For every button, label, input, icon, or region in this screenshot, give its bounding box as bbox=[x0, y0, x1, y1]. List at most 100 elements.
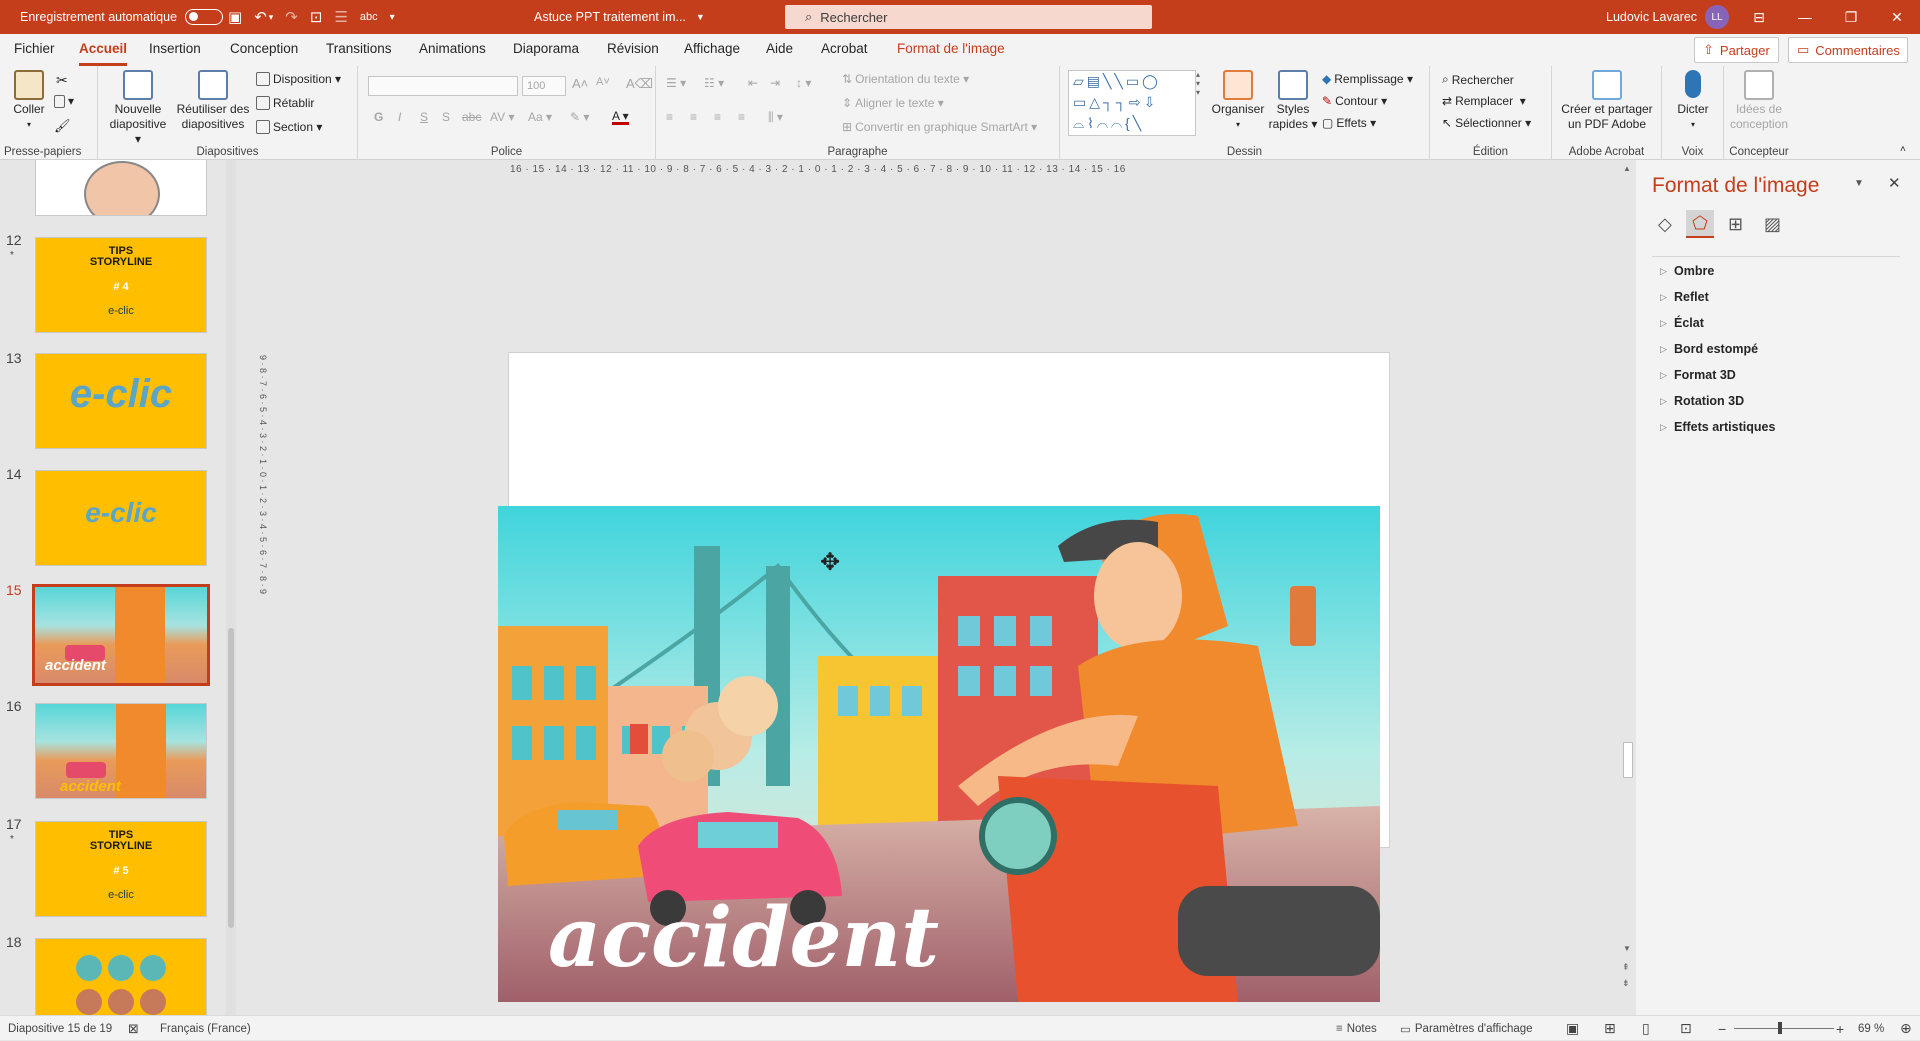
tab-accueil[interactable]: Accueil bbox=[79, 34, 128, 66]
slide-thumbnail-12[interactable]: TIPS STORYLINE # 4 e-clic bbox=[35, 237, 207, 333]
new-slide-button[interactable]: Nouvelle diapositive ▾ bbox=[106, 70, 170, 147]
shadow-icon[interactable]: S bbox=[442, 110, 450, 124]
find-button[interactable]: ⌕ Rechercher bbox=[1442, 72, 1514, 87]
tab-animations[interactable]: Animations bbox=[419, 34, 486, 66]
section-format-3d[interactable]: ▷ Format 3D bbox=[1660, 368, 1736, 382]
slideshow-icon[interactable]: ⊡ bbox=[1680, 1016, 1692, 1041]
smartart-button[interactable]: ⊞ Convertir en graphique SmartArt ▾ bbox=[842, 120, 1037, 134]
create-pdf-button[interactable]: Créer et partager un PDF Adobe bbox=[1556, 70, 1658, 132]
tab-transitions[interactable]: Transitions bbox=[326, 34, 392, 66]
section-reflet[interactable]: ▷ Reflet bbox=[1660, 290, 1709, 304]
notes-button[interactable]: ≡ Notes bbox=[1336, 1016, 1377, 1041]
autosave-toggle[interactable] bbox=[185, 9, 224, 25]
tab-acrobat[interactable]: Acrobat bbox=[821, 34, 868, 66]
slide-scroll-thumb[interactable] bbox=[1623, 742, 1633, 778]
justify-icon[interactable]: ≡ bbox=[738, 110, 745, 124]
text-direction-button[interactable]: ⇅ Orientation du texte ▾ bbox=[842, 72, 969, 86]
zoom-slider[interactable] bbox=[1734, 1016, 1834, 1041]
present-icon[interactable]: ⊡ bbox=[310, 8, 323, 26]
section-effets-artistiques[interactable]: ▷ Effets artistiques bbox=[1660, 420, 1775, 434]
section-eclat[interactable]: ▷ Éclat bbox=[1660, 316, 1704, 330]
customize-qat-icon[interactable]: ▾ bbox=[390, 12, 395, 23]
font-color-icon[interactable]: A ▾ bbox=[612, 110, 629, 125]
next-slide-icon[interactable]: ⇟ bbox=[1622, 978, 1630, 989]
slide-thumbnail-14[interactable]: e-clic bbox=[35, 470, 207, 566]
tab-diaporama[interactable]: Diaporama bbox=[513, 34, 579, 66]
slide-scrollbar[interactable]: ▲ ▼ ⇞ ⇟ bbox=[1620, 160, 1636, 1015]
zoom-out-icon[interactable]: − bbox=[1718, 1016, 1726, 1041]
avatar[interactable]: LL bbox=[1705, 5, 1730, 29]
cut-icon[interactable]: ✂ bbox=[56, 72, 68, 89]
slide-thumbnail-15[interactable]: accident bbox=[32, 584, 210, 686]
align-right-icon[interactable]: ≡ bbox=[714, 110, 721, 124]
comments-button[interactable]: ▭ Commentaires bbox=[1788, 37, 1908, 63]
shrink-font-icon[interactable]: A˅ bbox=[596, 76, 610, 88]
format-painter-icon[interactable]: 🖌 bbox=[54, 118, 71, 134]
restore-icon[interactable]: ❐ bbox=[1828, 0, 1874, 34]
language[interactable]: Français (France) bbox=[160, 1016, 251, 1041]
decrease-indent-icon[interactable]: ⇤ bbox=[748, 76, 758, 90]
close-icon[interactable]: ✕ bbox=[1874, 0, 1920, 34]
close-icon[interactable]: ✕ bbox=[1888, 174, 1901, 192]
thumbnails-scrollbar[interactable] bbox=[226, 160, 236, 1015]
reading-view-icon[interactable]: ▯ bbox=[1642, 1016, 1650, 1041]
slide-thumbnail-13[interactable]: e-clic bbox=[35, 353, 207, 449]
change-case-icon[interactable]: Aa ▾ bbox=[528, 110, 552, 124]
align-text-button[interactable]: ⇕ Aligner le texte ▾ bbox=[842, 96, 944, 110]
display-settings-button[interactable]: ▭ Paramètres d'affichage bbox=[1400, 1016, 1533, 1041]
scroll-down-icon[interactable]: ▼ bbox=[1623, 944, 1631, 953]
columns-icon[interactable]: ⫼ ▾ bbox=[768, 110, 783, 125]
fit-to-window-icon[interactable]: ⊕ bbox=[1900, 1016, 1912, 1041]
undo-dropdown-icon[interactable]: ▾ bbox=[269, 12, 274, 23]
font-size-combo[interactable]: 100 bbox=[522, 76, 566, 96]
pane-options-icon[interactable]: ▼ bbox=[1854, 178, 1864, 189]
tab-aide[interactable]: Aide bbox=[766, 34, 793, 66]
quick-styles-button[interactable]: Styles rapides ▾ bbox=[1268, 70, 1318, 132]
bullets-icon[interactable]: ☰ bbox=[334, 8, 347, 26]
account-area[interactable]: Ludovic Lavarec LL bbox=[1606, 0, 1730, 34]
underline-icon[interactable]: S bbox=[420, 110, 428, 124]
slide-thumbnail-18[interactable] bbox=[35, 938, 207, 1015]
paste-button[interactable]: Coller ▾ bbox=[8, 70, 50, 132]
tab-format-image[interactable]: Format de l'image bbox=[897, 34, 1005, 66]
shape-fill-button[interactable]: ◆ Remplissage ▾ bbox=[1322, 72, 1413, 86]
accessibility-icon[interactable]: ⊠ bbox=[128, 1016, 139, 1041]
spelling-icon[interactable]: abc bbox=[360, 11, 378, 23]
replace-button[interactable]: ⇄ Remplacer ▾ bbox=[1442, 94, 1526, 108]
highlight-icon[interactable]: ✎ ▾ bbox=[570, 110, 589, 124]
arrange-button[interactable]: Organiser ▾ bbox=[1210, 70, 1266, 132]
shapes-gallery[interactable]: ▱▤╲╲▭◯ ▭△┐┐⇨⇩ ⌓⌇⌒⌒{╲ bbox=[1068, 70, 1196, 136]
layout-button[interactable]: Disposition ▾ bbox=[256, 72, 341, 86]
zoom-in-icon[interactable]: + bbox=[1836, 1016, 1844, 1041]
numbering-icon[interactable]: ☷ ▾ bbox=[704, 76, 724, 90]
save-icon[interactable]: ▣ bbox=[228, 8, 242, 26]
ribbon-display-icon[interactable]: ⊟ bbox=[1736, 0, 1782, 34]
thumbnails-scroll-thumb[interactable] bbox=[228, 628, 234, 928]
grow-font-icon[interactable]: A˄ bbox=[572, 76, 588, 91]
zoom-level[interactable]: 69 % bbox=[1858, 1016, 1884, 1041]
shape-outline-button[interactable]: ✎ Contour ▾ bbox=[1322, 94, 1387, 108]
section-bord-estompe[interactable]: ▷ Bord estompé bbox=[1660, 342, 1758, 356]
tab-fichier[interactable]: Fichier bbox=[14, 34, 55, 66]
effects-tab-icon[interactable]: ⬠ bbox=[1686, 210, 1714, 238]
reuse-slides-button[interactable]: Réutiliser des diapositives bbox=[176, 70, 250, 132]
design-ideas-button[interactable]: Idées de conception bbox=[1726, 70, 1792, 132]
font-name-combo[interactable] bbox=[368, 76, 518, 96]
increase-indent-icon[interactable]: ⇥ bbox=[770, 76, 780, 90]
section-rotation-3d[interactable]: ▷ Rotation 3D bbox=[1660, 394, 1744, 408]
bold-icon[interactable]: G bbox=[374, 110, 383, 124]
minimize-icon[interactable]: — bbox=[1782, 0, 1828, 34]
tab-revision[interactable]: Révision bbox=[607, 34, 659, 66]
scroll-up-icon[interactable]: ▲ bbox=[1623, 164, 1631, 173]
slide-thumbnail-16[interactable]: accident bbox=[35, 703, 207, 799]
accident-picture[interactable]: accident bbox=[498, 506, 1380, 1002]
char-spacing-icon[interactable]: AV ▾ bbox=[490, 110, 514, 124]
strikethrough-icon[interactable]: abc bbox=[462, 110, 481, 124]
line-spacing-icon[interactable]: ↕ ▾ bbox=[796, 76, 811, 90]
normal-view-icon[interactable]: ▣ bbox=[1566, 1016, 1579, 1041]
tab-insertion[interactable]: Insertion bbox=[149, 34, 201, 66]
clear-format-icon[interactable]: A⌫ bbox=[626, 76, 653, 92]
size-properties-icon[interactable]: ⊞ bbox=[1728, 214, 1743, 235]
share-button[interactable]: ⇧ Partager bbox=[1694, 37, 1779, 63]
section-button[interactable]: Section ▾ bbox=[256, 120, 322, 134]
